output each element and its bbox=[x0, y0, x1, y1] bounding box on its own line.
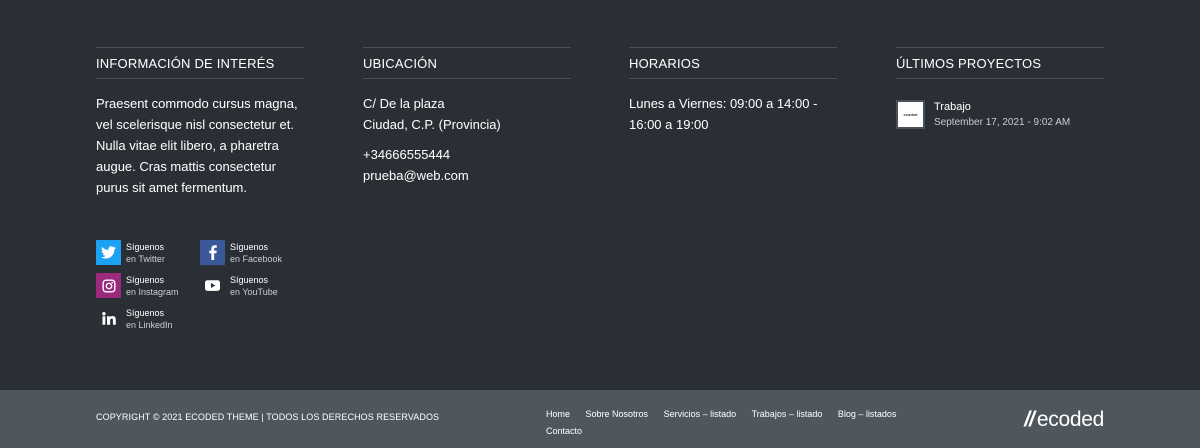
address-line-1: C/ De la plaza bbox=[363, 96, 445, 111]
linkedin-icon bbox=[96, 306, 121, 331]
social-twitter[interactable]: Síguenos en Twitter bbox=[96, 240, 206, 265]
projects-column: ÚLTIMOS PROYECTOS ecoded Trabajo Septemb… bbox=[896, 47, 1104, 129]
copyright-text: COPYRIGHT © 2021 ECODED THEME | TODOS LO… bbox=[96, 412, 440, 422]
project-date: September 17, 2021 - 9:02 AM bbox=[934, 117, 1071, 128]
social-twitter-line2: en Twitter bbox=[126, 254, 165, 264]
hours-title: HORARIOS bbox=[629, 47, 837, 79]
project-title[interactable]: Trabajo bbox=[934, 101, 1070, 113]
social-linkedin-line2: en LinkedIn bbox=[126, 320, 173, 330]
address-line-2: Ciudad, C.P. (Provincia) bbox=[363, 117, 501, 132]
social-youtube-line2: en YouTube bbox=[230, 287, 278, 297]
social-facebook[interactable]: Síguenos en Facebook bbox=[200, 240, 310, 265]
social-twitter-line1: Síguenos bbox=[126, 242, 165, 252]
social-youtube-line1: Síguenos bbox=[230, 275, 269, 285]
nav-home[interactable]: Home bbox=[546, 406, 570, 423]
youtube-icon bbox=[200, 273, 225, 298]
info-title: INFORMACIÓN DE INTERÉS bbox=[96, 47, 304, 79]
project-thumbnail[interactable]: ecoded bbox=[896, 100, 925, 129]
location-title: UBICACIÓN bbox=[363, 47, 571, 79]
footer-nav: Home Sobre Nosotros Servicios – listado … bbox=[546, 406, 936, 440]
social-linkedin[interactable]: Síguenos en LinkedIn bbox=[96, 306, 206, 331]
email-link[interactable]: prueba@web.com bbox=[363, 165, 571, 186]
nav-trabajos[interactable]: Trabajos – listado bbox=[752, 406, 823, 423]
nav-contacto[interactable]: Contacto bbox=[546, 423, 582, 440]
project-item[interactable]: ecoded Trabajo September 17, 2021 - 9:02… bbox=[896, 100, 1104, 129]
twitter-icon bbox=[96, 240, 121, 265]
social-instagram[interactable]: Síguenos en Instagram bbox=[96, 273, 206, 298]
project-thumbnail-text: ecoded bbox=[903, 112, 918, 117]
hours-column: HORARIOS Lunes a Viernes: 09:00 a 14:00 … bbox=[629, 47, 837, 135]
info-text: Praesent commodo cursus magna, vel scele… bbox=[96, 96, 298, 195]
phone-link[interactable]: +34666555444 bbox=[363, 144, 571, 165]
logo-text: ecoded bbox=[1036, 408, 1104, 431]
hours-line-2: 16:00 a 19:00 bbox=[629, 117, 709, 132]
footer-main: INFORMACIÓN DE INTERÉS Praesent commodo … bbox=[0, 0, 1200, 390]
nav-sobre-nosotros[interactable]: Sobre Nosotros bbox=[586, 406, 649, 423]
social-instagram-line1: Síguenos bbox=[126, 275, 165, 285]
hours-text: Lunes a Viernes: 09:00 a 14:00 - 16:00 a… bbox=[629, 93, 837, 135]
address: C/ De la plaza Ciudad, C.P. (Provincia) bbox=[363, 93, 571, 135]
logo-mark: // bbox=[1024, 408, 1035, 431]
hours-line-1: Lunes a Viernes: 09:00 a 14:00 - bbox=[629, 96, 818, 111]
ecoded-logo[interactable]: //ecoded bbox=[1024, 408, 1104, 432]
instagram-icon bbox=[96, 273, 121, 298]
social-youtube[interactable]: Síguenos en YouTube bbox=[200, 273, 310, 298]
social-instagram-line2: en Instagram bbox=[126, 287, 179, 297]
location-column: UBICACIÓN C/ De la plaza Ciudad, C.P. (P… bbox=[363, 47, 571, 186]
nav-blog[interactable]: Blog – listados bbox=[838, 406, 897, 423]
info-column: INFORMACIÓN DE INTERÉS Praesent commodo … bbox=[96, 47, 304, 198]
facebook-icon bbox=[200, 240, 225, 265]
social-facebook-line1: Síguenos bbox=[230, 242, 269, 252]
contact: +34666555444 prueba@web.com bbox=[363, 144, 571, 186]
projects-title: ÚLTIMOS PROYECTOS bbox=[896, 47, 1104, 79]
footer-bottom-bar: COPYRIGHT © 2021 ECODED THEME | TODOS LO… bbox=[0, 390, 1200, 448]
nav-servicios[interactable]: Servicios – listado bbox=[664, 406, 737, 423]
social-linkedin-line1: Síguenos bbox=[126, 308, 165, 318]
social-facebook-line2: en Facebook bbox=[230, 254, 283, 264]
